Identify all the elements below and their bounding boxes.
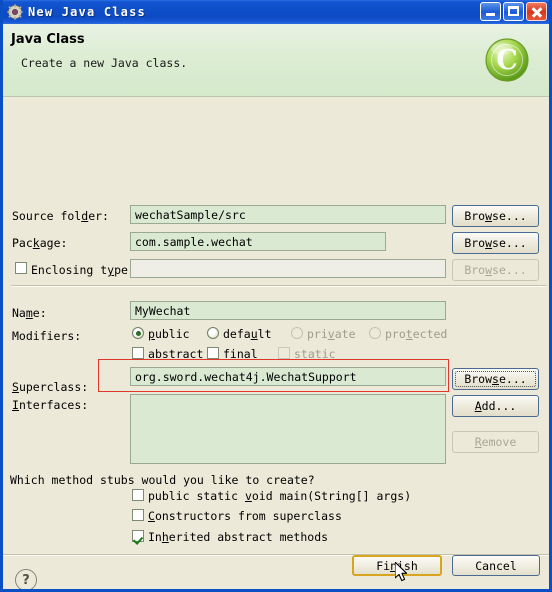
stub-checkbox-inherited[interactable]	[132, 530, 144, 542]
modifier-label-protected: protected	[385, 327, 448, 341]
superclass-input[interactable]: org.sword.wechat4j.WechatSupport	[130, 367, 446, 386]
interfaces-label: Interfaces:	[12, 398, 89, 412]
modifier-radio-protected	[369, 327, 381, 339]
cancel-button[interactable]: Cancel	[452, 555, 540, 576]
stub-checkbox-constructors[interactable]	[132, 509, 144, 521]
enclosing-type-browse-button: Bro w se...	[452, 259, 539, 281]
superclass-browse-button[interactable]: Brow s e...	[452, 368, 539, 390]
modifier-label-default: default	[223, 327, 272, 341]
enclosing-type-input[interactable]	[130, 259, 446, 278]
finish-button[interactable]: Finish	[352, 555, 442, 576]
package-input[interactable]: com.sample.wechat	[130, 232, 386, 251]
source-folder-input[interactable]: wechatSample/src	[130, 205, 446, 224]
method-stubs-question: Which method stubs would you like to cre…	[10, 473, 315, 487]
stub-checkbox-main[interactable]	[132, 489, 144, 501]
interfaces-add-button[interactable]: Add...	[452, 395, 539, 417]
focus-outline	[455, 371, 536, 387]
modifier-label-static: static	[294, 347, 336, 361]
stub-label-main: public static void main(String[] args)	[148, 489, 412, 503]
package-label: Package:	[12, 236, 68, 250]
wizard-banner: Java Class Create a new Java class. C	[3, 24, 549, 97]
interfaces-list[interactable]	[130, 394, 446, 464]
title-bar: New Java Class	[3, 0, 549, 24]
modifier-label-abstract: abstract	[148, 347, 204, 361]
modifier-label-public: public	[148, 327, 190, 341]
maximize-button[interactable]	[503, 2, 524, 21]
stub-label-inherited: Inherited abstract methods	[148, 530, 329, 544]
modifier-checkbox-static	[278, 347, 290, 359]
close-button[interactable]	[526, 2, 547, 21]
modifier-checkbox-abstract[interactable]	[132, 347, 144, 359]
superclass-label: Superclass:	[12, 380, 89, 394]
source-folder-label: Source folder:	[12, 209, 109, 223]
interfaces-remove-button: Remove	[452, 431, 539, 453]
gear-icon	[7, 4, 23, 20]
modifier-label-private: private	[307, 327, 356, 341]
stub-label-constructors: Constructors from superclass	[148, 509, 342, 523]
window-title: New Java Class	[28, 5, 146, 19]
modifier-radio-default[interactable]	[207, 327, 219, 339]
modifier-checkbox-final[interactable]	[207, 347, 219, 359]
name-label: Name:	[12, 306, 47, 320]
dialog-content: Source folder: wechatSample/src Bro w se..…	[3, 97, 549, 584]
minimize-button[interactable]	[480, 2, 501, 21]
window-controls	[480, 2, 547, 21]
new-java-class-dialog: New Java Class Java Class Create a new J…	[0, 0, 552, 592]
package-browse-button[interactable]: Bro w se...	[452, 232, 539, 254]
banner-title: Java Class	[11, 32, 85, 47]
modifier-label-final: final	[223, 347, 258, 361]
help-icon[interactable]: ?	[15, 569, 37, 589]
modifier-radio-public[interactable]	[132, 327, 144, 339]
banner-description: Create a new Java class.	[21, 56, 188, 70]
finish-button-label: Finish	[376, 558, 418, 573]
java-class-c-icon: C	[483, 36, 531, 84]
enclosing-type-label: Enclosing type:	[31, 263, 135, 277]
section-divider	[11, 285, 547, 287]
enclosing-type-checkbox[interactable]	[15, 262, 27, 274]
source-folder-browse-button[interactable]: Bro w se...	[452, 205, 539, 227]
modifier-radio-private	[291, 327, 303, 339]
name-input[interactable]: MyWechat	[130, 301, 446, 320]
modifiers-label: Modifiers:	[12, 329, 82, 343]
